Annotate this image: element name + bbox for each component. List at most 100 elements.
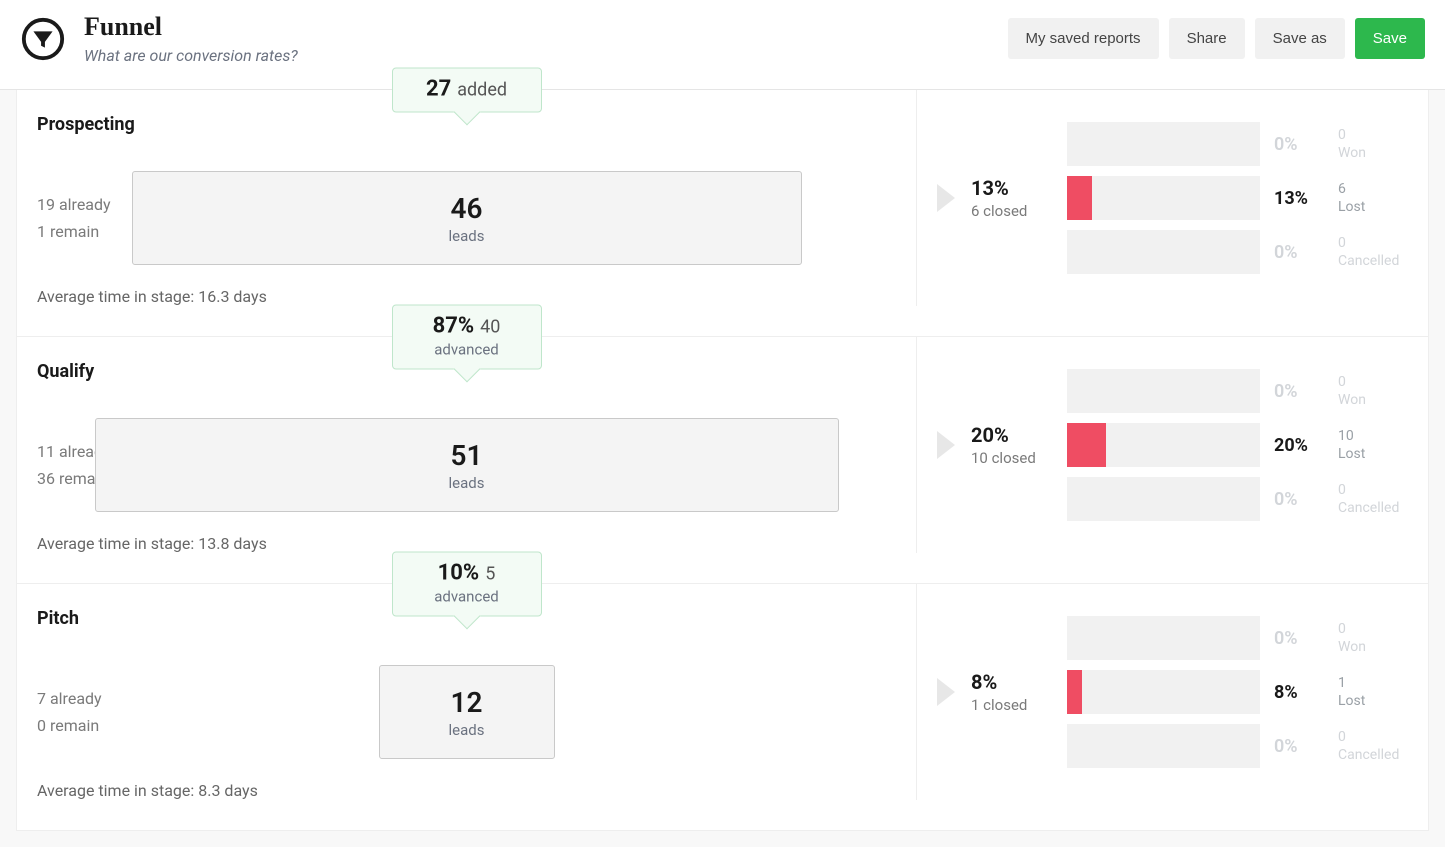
bar-row-lost: 8% 1Lost bbox=[1067, 670, 1408, 714]
funnel-panel: 27addedProspecting19 already1 remain46le… bbox=[16, 90, 1429, 831]
leads-wrap: 19 already1 remain 46leads bbox=[37, 171, 896, 265]
stage-left: 87%40advancedQualify11 already36 remain5… bbox=[17, 337, 917, 553]
bar-row-cancelled: 0% 0Cancelled bbox=[1067, 477, 1408, 521]
bar-meta-cancelled: 0Cancelled bbox=[1338, 234, 1408, 270]
bar-label-lost: Lost bbox=[1338, 445, 1408, 463]
closed-count: 6 closed bbox=[971, 202, 1051, 220]
bar-won[interactable] bbox=[1067, 369, 1260, 413]
bar-row-won: 0% 0Won bbox=[1067, 122, 1408, 166]
closed-count: 10 closed bbox=[971, 449, 1051, 467]
advance-line1: 87%40 bbox=[419, 314, 515, 339]
leads-count: 12 bbox=[451, 686, 483, 719]
bar-meta-won: 0Won bbox=[1338, 126, 1408, 162]
bar-label-won: Won bbox=[1338, 391, 1408, 409]
advance-label: advanced bbox=[419, 588, 515, 606]
bar-lost[interactable] bbox=[1067, 176, 1260, 220]
already-remain: 7 already0 remain bbox=[37, 685, 102, 739]
leads-count: 51 bbox=[451, 439, 483, 472]
leads-box[interactable]: 12 leads bbox=[379, 665, 555, 759]
stage-right: 8%1 closed0%0Won8%1Lost0%0Cancelled bbox=[917, 584, 1428, 800]
bar-count-cancelled: 0 bbox=[1338, 728, 1408, 746]
bar-pct-won: 0% bbox=[1274, 134, 1324, 155]
bar-fill-lost bbox=[1067, 670, 1082, 714]
bar-cancelled[interactable] bbox=[1067, 477, 1260, 521]
already-remain: 19 already1 remain bbox=[37, 191, 111, 245]
average-time: Average time in stage: 13.8 days bbox=[37, 534, 896, 553]
bar-lost[interactable] bbox=[1067, 670, 1260, 714]
average-time: Average time in stage: 8.3 days bbox=[37, 781, 896, 800]
bar-pct-lost: 8% bbox=[1274, 682, 1324, 703]
bar-meta-cancelled: 0Cancelled bbox=[1338, 481, 1408, 517]
page-title: Funnel bbox=[84, 12, 298, 42]
bar-label-cancelled: Cancelled bbox=[1338, 499, 1408, 517]
closed-pct: 13% bbox=[971, 176, 1051, 200]
bar-row-lost: 13% 6Lost bbox=[1067, 176, 1408, 220]
leads-label: leads bbox=[449, 474, 485, 492]
save-button[interactable]: Save bbox=[1355, 18, 1425, 59]
closed-pct: 20% bbox=[971, 423, 1051, 447]
stage-right: 20%10 closed0%0Won20%10Lost0%0Cancelled bbox=[917, 337, 1428, 553]
header-left: Funnel What are our conversion rates? bbox=[20, 12, 298, 65]
header-actions: My saved reports Share Save as Save bbox=[1008, 18, 1425, 59]
already-line: 19 already bbox=[37, 191, 111, 218]
bar-label-cancelled: Cancelled bbox=[1338, 746, 1408, 764]
bar-pct-won: 0% bbox=[1274, 381, 1324, 402]
advanced-tag: 10%5 advanced bbox=[392, 552, 542, 617]
bar-count-cancelled: 0 bbox=[1338, 481, 1408, 499]
average-time: Average time in stage: 16.3 days bbox=[37, 287, 896, 306]
bar-label-won: Won bbox=[1338, 144, 1408, 162]
bar-pct-cancelled: 0% bbox=[1274, 736, 1324, 757]
bar-won[interactable] bbox=[1067, 122, 1260, 166]
bar-meta-lost: 1Lost bbox=[1338, 674, 1408, 710]
bar-label-won: Won bbox=[1338, 638, 1408, 656]
advance-pct: 10% bbox=[438, 561, 480, 586]
bar-pct-won: 0% bbox=[1274, 628, 1324, 649]
bar-meta-cancelled: 0Cancelled bbox=[1338, 728, 1408, 764]
leads-wrap: 11 already36 remain51leads bbox=[37, 418, 896, 512]
bar-row-won: 0% 0Won bbox=[1067, 369, 1408, 413]
funnel-stage: 10%5advancedPitch7 already0 remain12lead… bbox=[17, 584, 1428, 830]
share-button[interactable]: Share bbox=[1169, 18, 1245, 59]
my-saved-reports-button[interactable]: My saved reports bbox=[1008, 18, 1159, 59]
bar-fill-lost bbox=[1067, 176, 1092, 220]
outcome-bars: 0%0Won20%10Lost0%0Cancelled bbox=[1067, 369, 1408, 521]
leads-count: 46 bbox=[451, 192, 483, 225]
leads-box[interactable]: 51 leads bbox=[95, 418, 839, 512]
page-header: Funnel What are our conversion rates? My… bbox=[0, 0, 1445, 90]
advance-line1: 27added bbox=[419, 77, 515, 102]
closed-summary: 20% 10 closed bbox=[971, 423, 1051, 467]
closed-count: 1 closed bbox=[971, 696, 1051, 714]
advance-count: 5 bbox=[485, 564, 495, 585]
stage-right: 13% 6 closed 0% 0Won 13% 6Lost 0% 0Cancelled bbox=[917, 90, 1428, 306]
bar-pct-cancelled: 0% bbox=[1274, 489, 1324, 510]
bar-lost[interactable] bbox=[1067, 423, 1260, 467]
bar-meta-won: 0Won bbox=[1338, 373, 1408, 409]
save-as-button[interactable]: Save as bbox=[1255, 18, 1345, 59]
bar-meta-won: 0Won bbox=[1338, 620, 1408, 656]
added-count: 27 bbox=[426, 77, 451, 102]
bar-row-won: 0% 0Won bbox=[1067, 616, 1408, 660]
outcome-bars: 0%0Won8%1Lost0%0Cancelled bbox=[1067, 616, 1408, 768]
bar-cancelled[interactable] bbox=[1067, 724, 1260, 768]
bar-meta-lost: 6Lost bbox=[1338, 180, 1408, 216]
bar-count-lost: 10 bbox=[1338, 427, 1408, 445]
stage-left: 10%5advancedPitch7 already0 remain12lead… bbox=[17, 584, 917, 800]
bar-pct-cancelled: 0% bbox=[1274, 242, 1324, 263]
remain-line: 0 remain bbox=[37, 712, 102, 739]
added-tag: 27added bbox=[392, 68, 542, 113]
funnel-icon bbox=[20, 16, 66, 62]
advance-count: 40 bbox=[480, 317, 500, 338]
bar-label-lost: Lost bbox=[1338, 692, 1408, 710]
leads-box[interactable]: 46leads bbox=[132, 171, 802, 265]
bar-cancelled[interactable] bbox=[1067, 230, 1260, 274]
bar-won[interactable] bbox=[1067, 616, 1260, 660]
closed-summary: 13% 6 closed bbox=[971, 176, 1051, 220]
remain-line: 1 remain bbox=[37, 218, 111, 245]
bar-count-won: 0 bbox=[1338, 126, 1408, 144]
advance-line1: 10%5 bbox=[419, 561, 515, 586]
closed-summary: 8%1 closed bbox=[971, 670, 1051, 714]
leads-label: leads bbox=[449, 721, 485, 739]
advance-label: advanced bbox=[419, 341, 515, 359]
bar-pct-lost: 13% bbox=[1274, 188, 1324, 209]
bar-count-won: 0 bbox=[1338, 373, 1408, 391]
